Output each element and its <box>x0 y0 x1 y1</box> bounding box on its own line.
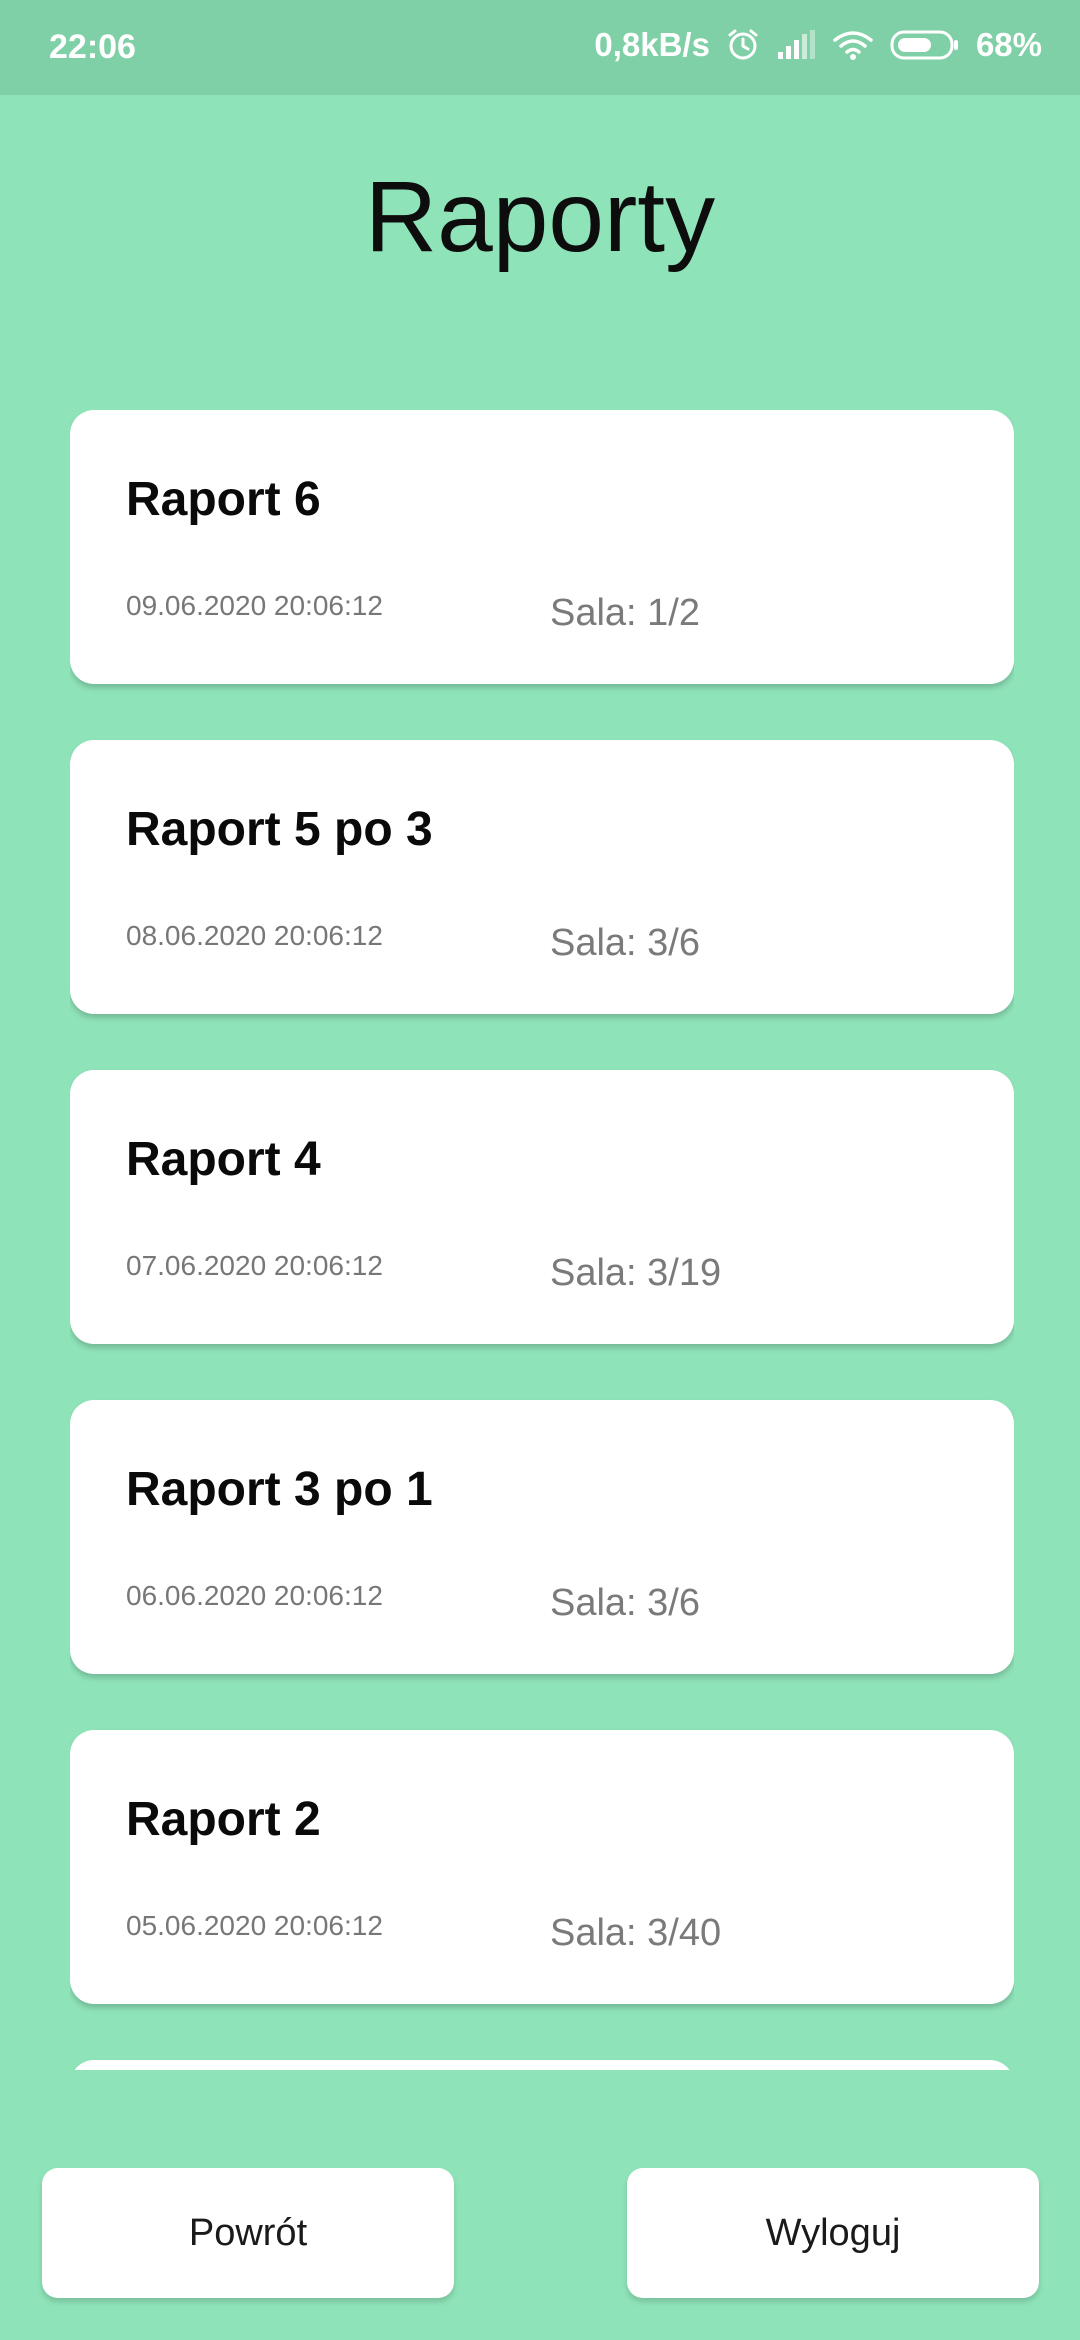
report-card[interactable]: Raport 2 05.06.2020 20:06:12 Sala: 3/40 <box>70 1730 1014 2004</box>
report-room: Sala: 3/6 <box>550 1582 700 1624</box>
alarm-icon <box>726 28 760 62</box>
report-list[interactable]: Raport 6 09.06.2020 20:06:12 Sala: 1/2 Rapo… <box>70 410 1014 2070</box>
report-title: Raport 3 po 1 <box>126 1463 433 1516</box>
back-button[interactable]: Powrót <box>42 2168 454 2298</box>
report-room: Sala: 3/19 <box>550 1252 722 1294</box>
network-speed: 0,8kB/s <box>594 26 710 63</box>
report-card[interactable]: Raport 3 po 1 06.06.2020 20:06:12 Sala: 3/… <box>70 1400 1014 1674</box>
report-title: Raport 5 po 3 <box>126 803 433 856</box>
report-room: Sala: 1/2 <box>550 592 700 634</box>
report-title: Raport 4 <box>126 1133 321 1186</box>
report-date: 05.06.2020 20:06:12 <box>126 1910 383 1941</box>
report-card[interactable]: Raport 5 po 3 08.06.2020 20:06:12 Sala: 3/… <box>70 740 1014 1014</box>
report-card[interactable]: Raport 4 07.06.2020 20:06:12 Sala: 3/19 <box>70 1070 1014 1344</box>
report-card-partial[interactable] <box>70 2060 1014 2070</box>
status-time: 22:06 <box>49 28 136 66</box>
battery-percent: 68% <box>975 26 1042 63</box>
report-date: 07.06.2020 20:06:12 <box>126 1250 383 1281</box>
report-title: Raport 6 <box>126 473 321 526</box>
report-date: 09.06.2020 20:06:12 <box>126 590 383 621</box>
report-date: 06.06.2020 20:06:12 <box>126 1580 383 1611</box>
signal-icon <box>776 30 816 60</box>
report-room: Sala: 3/6 <box>550 922 700 964</box>
report-room: Sala: 3/40 <box>550 1912 722 1954</box>
page-title: Raporty <box>364 161 716 273</box>
status-icons: 0,8kB/s 68% <box>594 26 1042 64</box>
report-title: Raport 2 <box>126 1793 321 1846</box>
report-date: 08.06.2020 20:06:12 <box>126 920 383 951</box>
status-bar: 22:06 0,8kB/s 68% <box>0 0 1080 95</box>
report-card[interactable]: Raport 6 09.06.2020 20:06:12 Sala: 1/2 <box>70 410 1014 684</box>
logout-button[interactable]: Wyloguj <box>627 2168 1039 2298</box>
battery-icon <box>890 29 960 61</box>
wifi-icon <box>832 29 874 61</box>
